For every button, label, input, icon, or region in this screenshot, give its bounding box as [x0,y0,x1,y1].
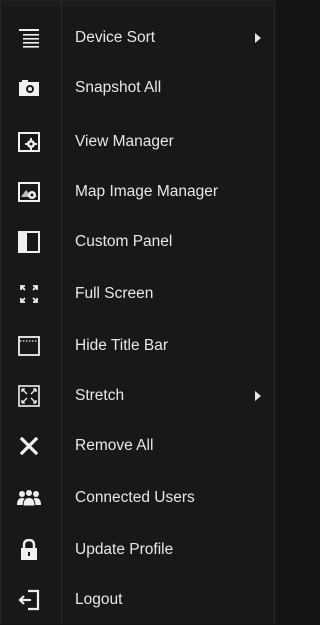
menu-item-view-manager[interactable]: View Manager [1,117,276,167]
menu-item-snapshot-all[interactable]: Snapshot All [1,63,276,113]
menu-item-label: Full Screen [75,285,154,302]
menu-item-hide-title-bar[interactable]: Hide Title Bar [1,321,276,371]
context-menu: Device Sort Snapshot All View Manager Ma… [0,0,276,625]
menu-item-label: Map Image Manager [75,183,219,200]
lock-icon [15,536,43,564]
stretch-icon [15,382,43,410]
menu-item-label: Snapshot All [75,79,162,96]
submenu-arrow-icon [255,33,261,43]
menu-item-custom-panel[interactable]: Custom Panel [1,217,276,267]
fullscreen-icon [15,280,43,308]
menu-top-edge [1,0,276,6]
menu-item-device-sort[interactable]: Device Sort [1,13,276,63]
menu-item-label: Connected Users [75,489,195,506]
camera-icon [15,74,43,102]
users-icon [15,484,43,512]
menu-item-label: Custom Panel [75,233,173,250]
menu-item-remove-all[interactable]: Remove All [1,421,276,471]
title-bar-icon [15,332,43,360]
map-image-icon [15,178,43,206]
menu-item-map-image-manager[interactable]: Map Image Manager [1,167,276,217]
menu-item-label: Remove All [75,437,154,454]
close-icon [15,432,43,460]
menu-item-stretch[interactable]: Stretch [1,371,276,421]
menu-item-update-profile[interactable]: Update Profile [1,525,276,575]
menu-item-label: Logout [75,591,123,608]
list-icon [15,24,43,52]
menu-item-label: Device Sort [75,29,156,46]
custom-panel-icon [15,228,43,256]
submenu-arrow-icon [255,391,261,401]
menu-item-label: View Manager [75,133,174,150]
menu-item-label: Stretch [75,387,125,404]
menu-item-logout[interactable]: Logout [1,575,276,625]
logout-icon [15,586,43,614]
view-manager-icon [15,128,43,156]
menu-item-label: Hide Title Bar [75,337,169,354]
menu-item-label: Update Profile [75,541,174,558]
menu-item-connected-users[interactable]: Connected Users [1,473,276,523]
menu-item-full-screen[interactable]: Full Screen [1,269,276,319]
